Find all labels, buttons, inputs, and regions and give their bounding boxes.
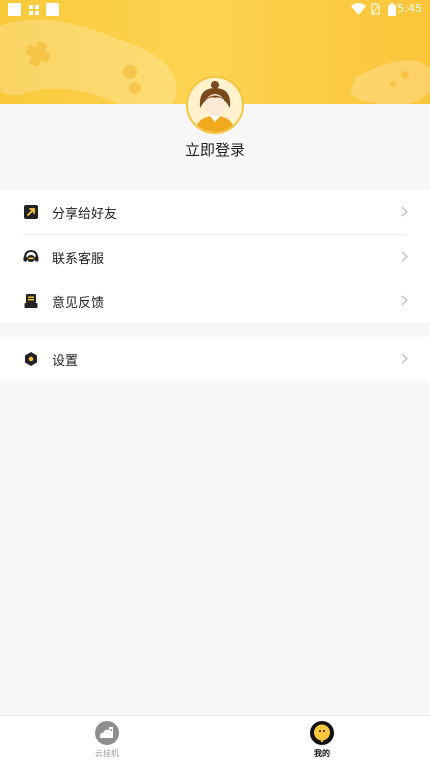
share-icon [24,205,38,219]
notification-icon [8,3,21,16]
menu-item-label: 分享给好友 [52,207,118,222]
chevron-right-icon [401,206,408,217]
menu-item-label: 联系客服 [52,252,105,267]
menu-group-secondary: 设置 [0,337,430,381]
chevron-right-icon [401,353,408,364]
tab-label: 云挂机 [95,749,119,758]
settings-icon [25,352,37,366]
menu-item-feedback[interactable]: 意见反馈 [0,279,430,323]
user-avatar-icon [188,78,242,132]
battery-icon [388,3,396,16]
menu-item-share[interactable]: 分享给好友 [0,190,430,234]
no-sim-icon [371,3,380,15]
avatar[interactable] [186,76,244,134]
tab-label: 我的 [314,749,330,758]
menu-item-label: 设置 [52,354,79,369]
tab-mine[interactable]: 我的 [282,716,362,764]
menu-item-settings[interactable]: 设置 [0,337,430,381]
status-time: 5:45 [397,2,422,15]
chevron-right-icon [401,251,408,262]
notification-icon [46,3,59,16]
feedback-icon [24,294,38,308]
profile-face-icon [310,721,334,745]
cloud-device-icon [95,721,119,745]
wifi-icon [351,3,366,15]
menu-item-label: 意见反馈 [52,296,105,311]
tab-cloud-hosting[interactable]: 云挂机 [67,716,147,764]
login-link[interactable]: 立即登录 [0,139,430,160]
headset-icon [23,249,39,262]
chevron-right-icon [401,295,408,306]
menu-item-customer-service[interactable]: 联系客服 [0,235,430,279]
sim-icon [29,5,39,15]
status-bar: 5:45 [0,0,430,20]
bottom-tab-bar: 云挂机 我的 [0,715,430,764]
menu-group-primary: 分享给好友 联系客服 意见反馈 [0,190,430,323]
